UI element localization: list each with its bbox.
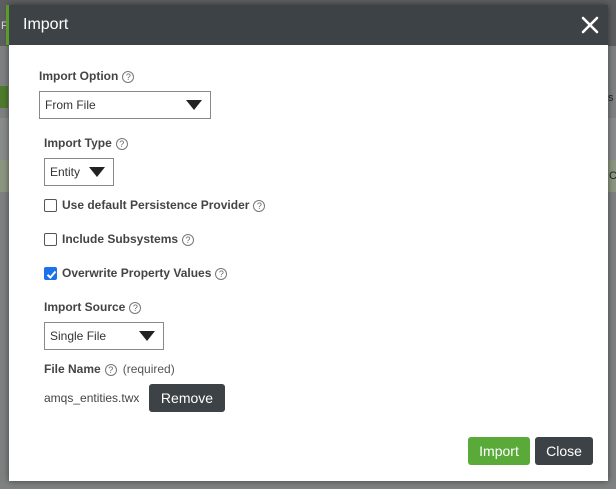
help-icon[interactable]: ? (129, 302, 142, 314)
import-type-select[interactable]: Entity (44, 158, 114, 186)
help-icon[interactable]: ? (104, 364, 117, 376)
import-option-select[interactable]: From File (39, 91, 211, 119)
file-name-label: File Name? (required) (44, 362, 175, 376)
help-icon[interactable]: ? (215, 268, 228, 280)
import-option-label: Import Option? (39, 69, 135, 83)
help-icon[interactable]: ? (253, 200, 266, 212)
import-type-value: Entity (50, 165, 81, 179)
dialog-title: Import (23, 16, 69, 33)
background-green-tab (0, 86, 8, 108)
chevron-down-icon (139, 331, 155, 341)
file-name-value: amqs_entities.twx (44, 391, 140, 405)
chevron-down-icon (89, 167, 105, 177)
use-default-persistence-provider-checkbox[interactable] (44, 199, 57, 212)
overwrite-property-values-checkbox[interactable] (44, 267, 57, 280)
background-text: C (609, 170, 616, 182)
checkmark-icon (46, 270, 57, 279)
import-option-label-text: Import Option (39, 69, 119, 83)
import-button[interactable]: Import (468, 437, 530, 465)
checkbox-label: Use default Persistence Provider? (62, 198, 266, 212)
import-source-label-text: Import Source (44, 300, 126, 314)
import-source-select[interactable]: Single File (44, 322, 164, 350)
background-text: s (608, 92, 614, 104)
dialog-header: Import (6, 5, 608, 45)
import-option-value: From File (45, 98, 96, 112)
checkbox-label: Overwrite Property Values? (62, 266, 228, 280)
help-icon[interactable]: ? (122, 71, 135, 83)
file-name-label-text: File Name (44, 362, 101, 376)
required-note: (required) (122, 362, 175, 376)
close-button[interactable]: Close (535, 437, 593, 465)
import-type-label-text: Import Type (44, 136, 112, 150)
import-source-label: Import Source? (44, 300, 142, 314)
import-dialog: Import Import Option? From File Import T… (6, 5, 608, 481)
chevron-down-icon (186, 100, 202, 110)
help-icon[interactable]: ? (182, 234, 195, 246)
import-type-label: Import Type? (44, 136, 128, 150)
remove-button[interactable]: Remove (149, 384, 225, 412)
import-source-value: Single File (50, 329, 107, 343)
include-subsystems-checkbox[interactable] (44, 233, 57, 246)
help-icon[interactable]: ? (115, 138, 128, 150)
checkbox-label: Include Subsystems? (62, 232, 195, 246)
close-icon[interactable] (580, 15, 600, 35)
